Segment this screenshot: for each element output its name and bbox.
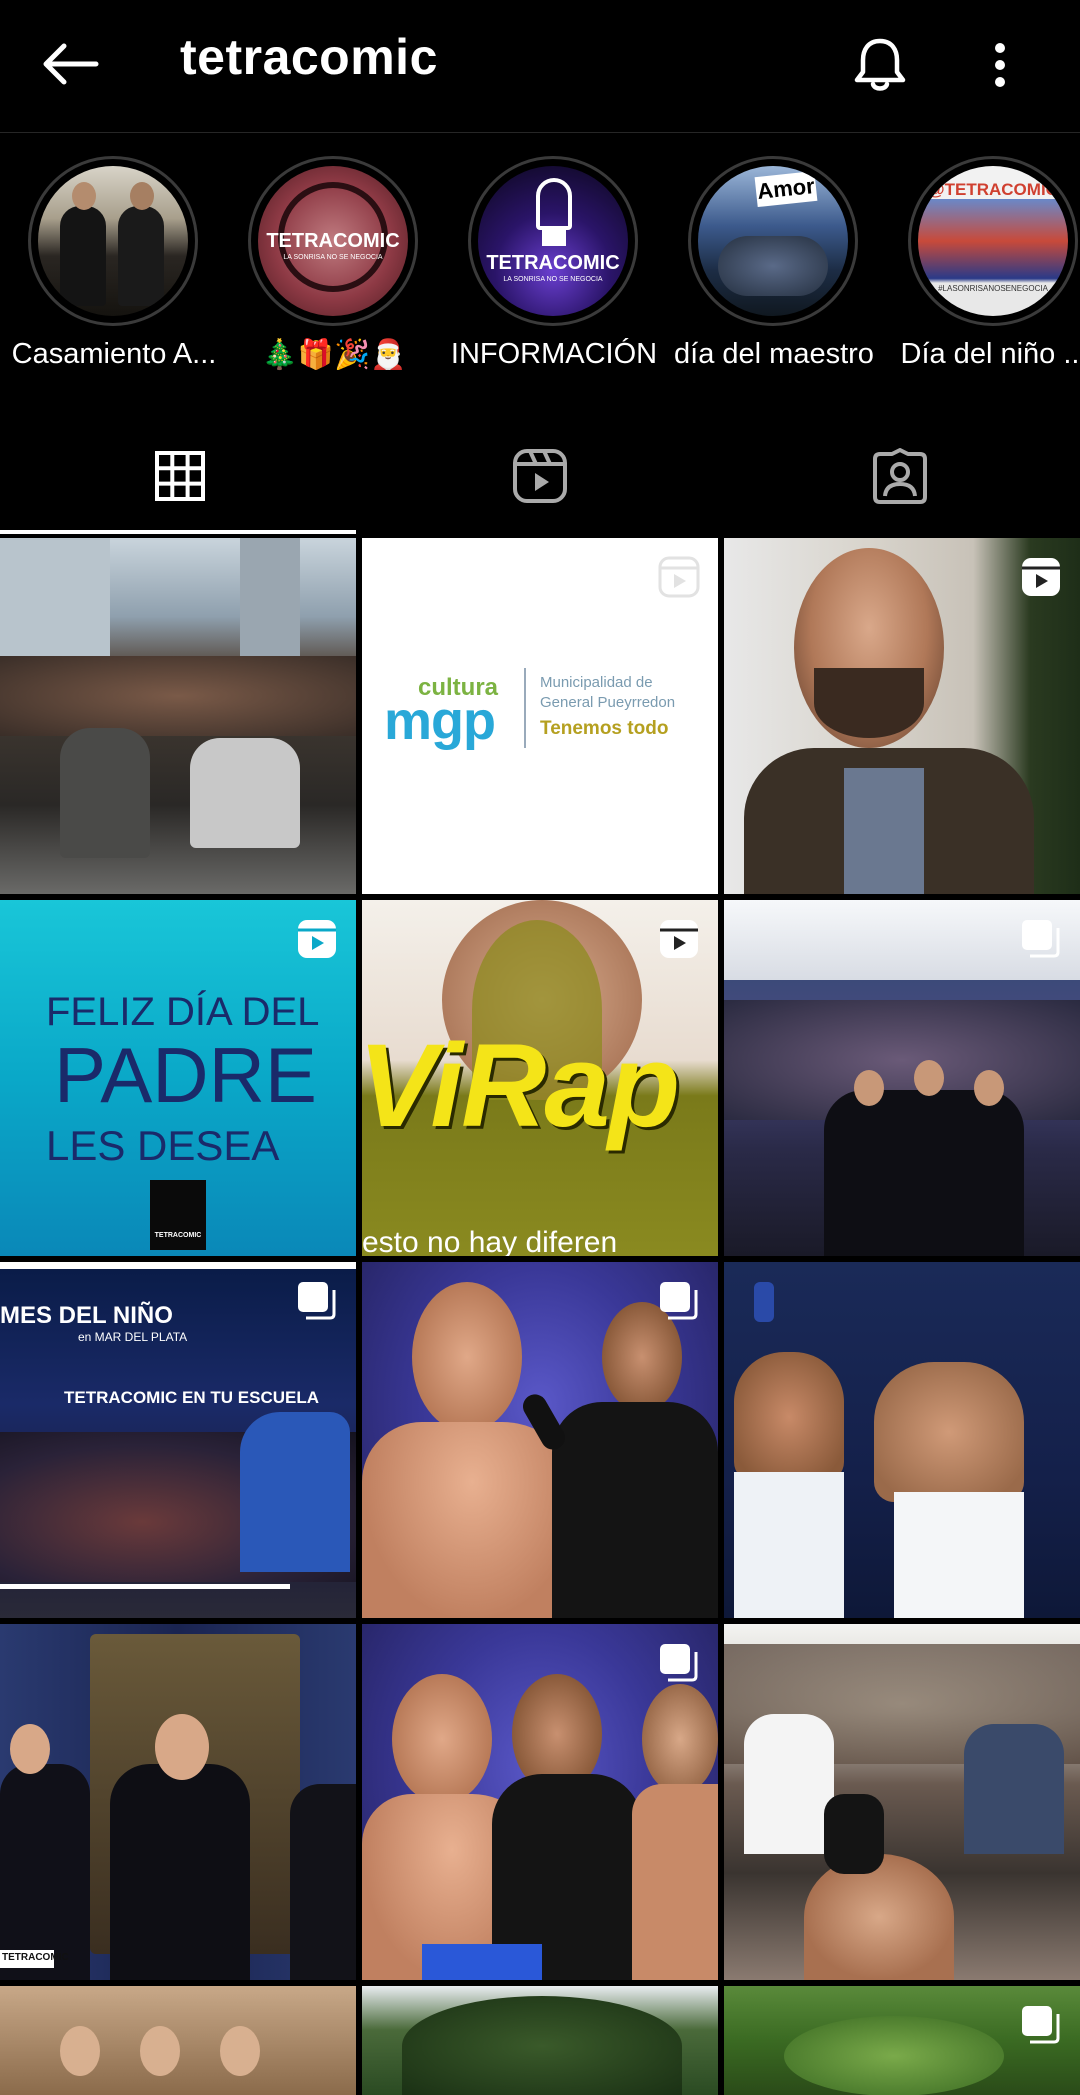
post-thumbnail[interactable] xyxy=(724,1262,1080,1618)
highlight-hashtag: #LASONRISANOSENEGOCIA xyxy=(938,284,1048,293)
highlight-cover: Amor xyxy=(698,166,848,316)
tab-grid[interactable] xyxy=(0,420,360,532)
more-vertical-icon xyxy=(995,43,1005,87)
post-thumbnail[interactable] xyxy=(0,1986,356,2095)
highlight-item[interactable]: TETRACOMIC LA SONRISA NO SE NEGOCIA 🎄🎁🎉🎅 xyxy=(220,150,440,390)
post-text: PADRE xyxy=(54,1031,317,1119)
highlight-item[interactable]: @TETRACOMIC #LASONRISANOSENEGOCIA Día de… xyxy=(880,150,1080,390)
carousel-icon xyxy=(660,1282,698,1320)
post-text: esto no hay diferen xyxy=(362,1226,618,1256)
tab-tagged[interactable] xyxy=(720,420,1080,532)
profile-username: tetracomic xyxy=(180,29,438,85)
post-thumbnail[interactable] xyxy=(724,1986,1080,2095)
post-text: TETRACOMIC EN TU ESCUELA xyxy=(64,1388,319,1407)
highlight-ring: TETRACOMIC LA SONRISA NO SE NEGOCIA xyxy=(248,156,418,326)
notifications-button[interactable] xyxy=(845,30,915,100)
post-text: FELIZ DÍA DEL xyxy=(46,990,320,1034)
carousel-icon xyxy=(298,1282,336,1320)
reels-icon xyxy=(298,920,336,958)
highlight-label: Casamiento A... xyxy=(11,338,217,370)
post-text: mgp xyxy=(384,691,496,751)
highlight-label: Día del niño ... xyxy=(900,338,1080,370)
highlight-brand: TETRACOMIC xyxy=(266,230,400,252)
tab-reels[interactable] xyxy=(360,420,720,532)
post-text: MES DEL NIÑO xyxy=(0,1302,173,1329)
post-text: Municipalidad de xyxy=(540,674,653,691)
more-options-button[interactable] xyxy=(965,30,1035,100)
post-thumbnail[interactable] xyxy=(0,538,356,894)
grid-icon xyxy=(155,451,205,501)
post-text: General Pueyrredon xyxy=(540,694,676,711)
highlight-ring xyxy=(28,156,198,326)
profile-tabs xyxy=(0,420,1080,536)
post-thumbnail[interactable] xyxy=(362,1986,718,2095)
arrow-left-icon xyxy=(43,43,99,85)
reels-icon xyxy=(1022,558,1060,596)
post-logo: TETRACOMIC xyxy=(2,1952,69,1963)
post-thumbnail[interactable] xyxy=(724,538,1080,894)
highlight-label: 🎄🎁🎉🎅 xyxy=(261,339,407,371)
carousel-icon xyxy=(1022,920,1060,958)
carousel-icon xyxy=(1022,2006,1060,2044)
highlight-ring: Amor xyxy=(688,156,858,326)
highlight-ring: @TETRACOMIC #LASONRISANOSENEGOCIA xyxy=(908,156,1078,326)
post-text: ViRap xyxy=(362,1020,680,1152)
active-tab-indicator xyxy=(0,530,356,534)
post-thumbnail[interactable]: TETRACOMIC xyxy=(0,1624,356,1980)
highlight-ring: TETRACOMIC LA SONRISA NO SE NEGOCIA xyxy=(468,156,638,326)
reels-icon xyxy=(658,556,700,598)
highlight-tagline: LA SONRISA NO SE NEGOCIA xyxy=(503,276,603,283)
post-thumbnail[interactable]: cultura mgp Municipalidad de General Pue… xyxy=(362,538,718,894)
post-thumbnail[interactable] xyxy=(362,1262,718,1618)
highlight-cover: @TETRACOMIC #LASONRISANOSENEGOCIA xyxy=(918,166,1068,316)
header-divider xyxy=(0,132,1080,133)
highlight-label: día del maestro xyxy=(674,338,874,370)
highlight-brand: TETRACOMIC xyxy=(486,252,620,274)
post-thumbnail[interactable]: FELIZ DÍA DEL PADRE LES DESEA TETRACOMIC xyxy=(0,900,356,1256)
post-thumbnail[interactable] xyxy=(724,1624,1080,1980)
story-highlights: Casamiento A... TETRACOMIC LA SONRISA NO… xyxy=(0,150,1080,390)
post-thumbnail[interactable] xyxy=(362,1624,718,1980)
highlight-word: Amor xyxy=(754,170,818,208)
highlight-tagline: LA SONRISA NO SE NEGOCIA xyxy=(283,254,383,261)
post-thumbnail[interactable]: ViRap esto no hay diferen xyxy=(362,900,718,1256)
post-text: en MAR DEL PLATA xyxy=(78,1330,188,1344)
highlight-handle: @TETRACOMIC xyxy=(928,180,1058,199)
post-text: LES DESEA xyxy=(46,1122,280,1169)
post-logo: TETRACOMIC xyxy=(154,1232,202,1239)
top-app-bar: tetracomic xyxy=(0,0,1080,132)
carousel-icon xyxy=(660,1644,698,1682)
highlight-cover: TETRACOMIC LA SONRISA NO SE NEGOCIA xyxy=(478,166,628,316)
post-thumbnail[interactable]: MES DEL NIÑO en MAR DEL PLATA TETRACOMIC… xyxy=(0,1262,356,1618)
post-thumbnail[interactable] xyxy=(724,900,1080,1256)
highlight-item[interactable]: TETRACOMIC LA SONRISA NO SE NEGOCIA INFO… xyxy=(440,150,660,390)
bell-icon xyxy=(854,38,906,91)
tagged-user-icon xyxy=(873,448,927,504)
reels-icon xyxy=(660,920,698,958)
highlight-label: INFORMACIÓN xyxy=(450,338,658,370)
highlight-item[interactable]: Amor día del maestro xyxy=(660,150,880,390)
highlight-item[interactable]: Casamiento A... xyxy=(0,150,220,390)
reels-icon xyxy=(513,449,567,503)
back-button[interactable] xyxy=(36,30,104,98)
highlight-cover xyxy=(38,166,188,316)
post-text: Tenemos todo xyxy=(540,718,669,739)
highlight-cover: TETRACOMIC LA SONRISA NO SE NEGOCIA xyxy=(258,166,408,316)
